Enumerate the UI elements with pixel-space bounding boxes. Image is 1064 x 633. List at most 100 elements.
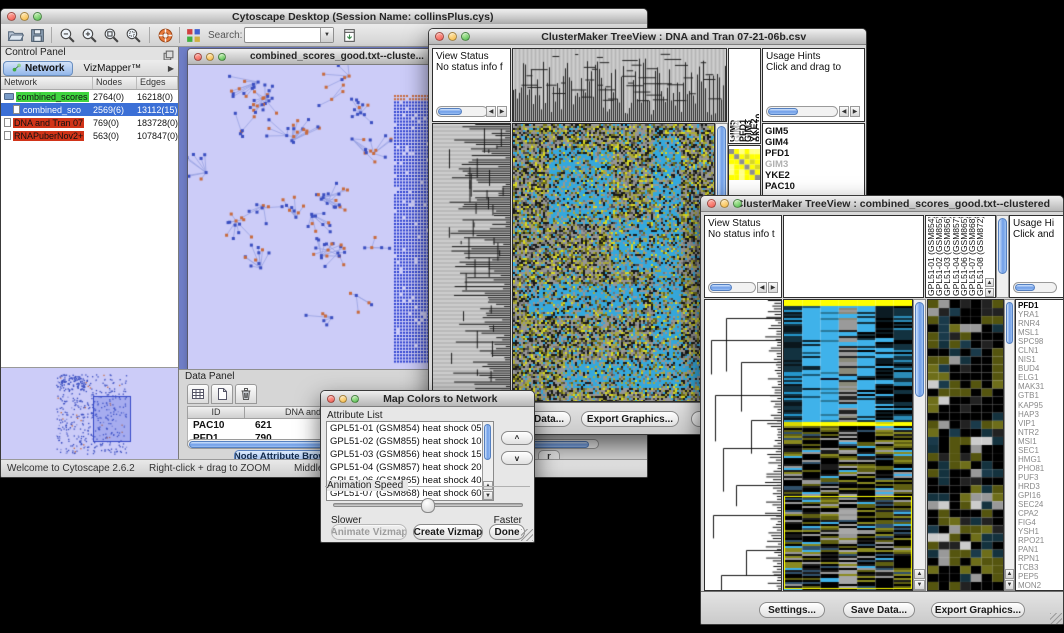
dialog-titlebar[interactable]: Map Colors to Network [321,391,534,407]
scroll-down-arrow[interactable]: ▼ [483,491,493,500]
gene-label[interactable]: PEP5 [1016,572,1064,581]
help-ring-icon[interactable] [157,27,174,44]
network-list-row[interactable]: combined_scores2764(0)16218(0) [1,90,178,103]
gene-label[interactable]: RPO21 [1016,536,1064,545]
gene-label[interactable]: GIM4 [763,137,864,148]
heatmap-canvas[interactable] [784,300,912,590]
tv2-button-2[interactable]: Save Data... [843,602,915,618]
move-up-button[interactable]: ^ [501,431,533,445]
zoom-in-icon[interactable] [81,27,98,44]
minimize-button[interactable] [339,395,347,403]
gene-label[interactable]: PHO81 [1016,464,1064,473]
similarity-matrix-canvas[interactable] [729,149,760,180]
minimize-button[interactable] [448,32,457,41]
tv2-button-1[interactable]: Settings... [759,602,825,618]
view-status-hscrollbar[interactable] [708,282,756,293]
gene-label[interactable]: SEC24 [1016,500,1064,509]
gene-label[interactable]: MSL1 [1016,328,1064,337]
resize-grip[interactable] [521,529,533,541]
main-titlebar[interactable]: Cytoscape Desktop (Session Name: collins… [1,9,647,25]
gene-label[interactable]: CLN1 [1016,346,1064,355]
gene-label[interactable]: GIM3 [763,159,864,170]
gene-label[interactable]: FIG4 [1016,518,1064,527]
heatmap-panel[interactable] [512,123,715,402]
resize-grip[interactable] [1050,613,1062,625]
gene-label[interactable]: ELG1 [1016,373,1064,382]
row-dendrogram-panel[interactable] [432,123,511,402]
zoom-heatmap-panel[interactable] [927,299,1004,591]
gene-label[interactable]: MON2 [1016,581,1064,590]
scrollbar-thumb[interactable] [998,218,1007,274]
usage-hints-hscrollbar[interactable] [766,106,838,117]
column-label[interactable]: GPL51-08 (GSM872) [976,217,984,296]
scroll-up-arrow[interactable]: ▲ [985,278,994,287]
heatmap-panel[interactable] [783,299,913,591]
scrollbar-thumb[interactable] [1015,284,1035,291]
tv1-button-2[interactable]: Export Graphics... [581,411,679,427]
network-overview-canvas[interactable] [1,368,177,458]
gene-label[interactable]: PAC10 [763,181,864,192]
row-dendrogram-panel[interactable] [704,299,782,591]
zoom-button[interactable] [218,53,226,61]
gene-label[interactable]: RPN1 [1016,554,1064,563]
gene-label[interactable]: BUD4 [1016,364,1064,373]
move-down-button[interactable]: v [501,451,533,465]
gene-label[interactable]: GTB1 [1016,391,1064,400]
gene-label[interactable]: GPI16 [1016,491,1064,500]
scroll-right-arrow[interactable]: ▶ [850,106,860,117]
scroll-down-arrow[interactable]: ▼ [1005,580,1014,590]
gene-label[interactable]: HAP3 [1016,410,1064,419]
scrollbar-thumb[interactable] [768,108,798,115]
gene-label[interactable]: MAK31 [1016,382,1064,391]
zoom-out-icon[interactable] [59,27,76,44]
tab-vizmapper[interactable]: VizMapper™ [75,61,149,76]
zoom-selected-icon[interactable] [125,27,142,44]
gene-label[interactable]: NIS1 [1016,355,1064,364]
close-button[interactable] [435,32,444,41]
scroll-left-arrow[interactable]: ◀ [839,106,849,117]
column-dendrogram-canvas[interactable] [513,49,726,121]
minimize-button[interactable] [720,199,729,208]
close-button[interactable] [707,199,716,208]
heatmap-vscrollbar[interactable]: ▲ ▼ [913,299,926,591]
zoom-heatmap-canvas[interactable] [928,300,1003,590]
gene-label[interactable]: HRD3 [1016,482,1064,491]
gene-label[interactable]: SEC1 [1016,446,1064,455]
gene-label[interactable]: VIP1 [1016,419,1064,428]
scroll-right-arrow[interactable]: ▶ [497,106,507,117]
import-table-icon[interactable] [341,27,358,44]
attribute-item[interactable]: GPL51-04 (GSM857) heat shock 20 min [327,461,482,474]
gene-label[interactable]: YSH1 [1016,527,1064,536]
tab-overflow-arrow[interactable]: ▶ [168,64,174,73]
gene-label[interactable]: PUF3 [1016,473,1064,482]
create-vizmap-button[interactable]: Create Vizmap [413,524,483,540]
network-list-row[interactable]: RNAPuberNov2+563(0)107847(0) [1,129,178,142]
search-input[interactable]: ▼ [244,27,334,43]
gene-label[interactable]: PAN1 [1016,545,1064,554]
header-network[interactable]: Network [1,77,93,89]
minimize-button[interactable] [20,12,29,21]
column-label[interactable]: PAC10 [757,50,759,142]
zoom-button[interactable] [461,32,470,41]
network-list-row[interactable]: DNA and Tran 07769(0)183728(0) [1,116,178,129]
tv2-button-3[interactable]: Export Graphics... [931,602,1025,618]
animate-vizmap-button[interactable]: Animate Vizmap [331,524,407,540]
slider-thumb[interactable] [421,498,435,513]
heatmap-canvas[interactable] [513,124,714,401]
header-nodes[interactable]: Nodes [93,77,137,89]
gene-label[interactable]: RNR4 [1016,319,1064,328]
network-list-row[interactable]: combined_sco2569(6)13112(15) [1,103,178,116]
scroll-left-arrow[interactable]: ◀ [757,282,767,293]
zoom-fit-icon[interactable] [103,27,120,44]
zoom-button[interactable] [733,199,742,208]
network-graph-canvas[interactable] [188,65,454,370]
close-button[interactable] [327,395,335,403]
gene-label[interactable]: YKE2 [763,170,864,181]
tab-network[interactable]: Network [3,61,73,76]
attribute-list-vscrollbar[interactable]: ▲ ▼ [482,422,493,500]
save-session-icon[interactable] [29,27,46,44]
minimize-button[interactable] [206,53,214,61]
scrollbar-thumb[interactable] [915,302,924,397]
treeview1-titlebar[interactable]: ClusterMaker TreeView : DNA and Tran 07-… [429,29,866,45]
gene-label[interactable]: TCB3 [1016,563,1064,572]
